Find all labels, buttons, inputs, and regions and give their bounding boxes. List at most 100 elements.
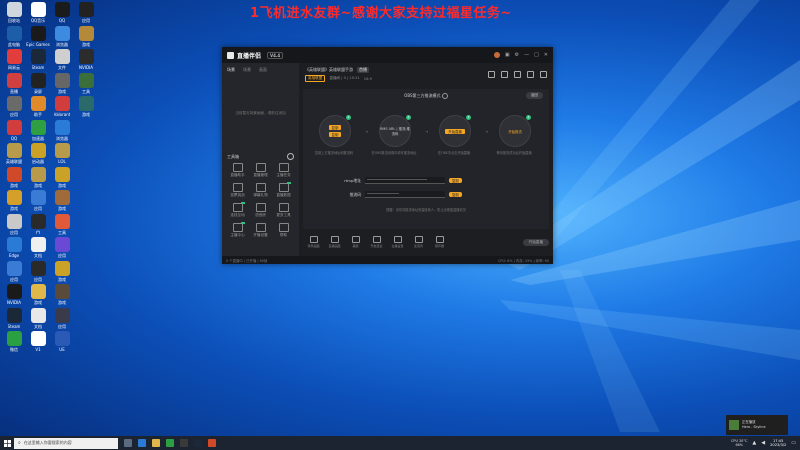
volume-icon[interactable]: ◀ (761, 440, 765, 446)
desktop-icon[interactable]: 应用 (1, 213, 27, 236)
desktop-icon[interactable]: 游戏 (49, 166, 75, 189)
app-icon[interactable] (180, 439, 188, 447)
notification-icon[interactable]: ▭ (791, 440, 796, 446)
desktop-icon[interactable]: 文档 (25, 237, 51, 259)
desktop-icon[interactable]: 应用 (1, 96, 27, 118)
start-live-button[interactable]: 开始直播 (522, 238, 549, 246)
tool-item[interactable]: 主播中心 (226, 222, 249, 238)
room-category[interactable]: 英雄联盟 (305, 75, 326, 82)
desktop-icon[interactable]: QQ (1, 119, 27, 141)
desktop-icon[interactable]: 录屏 (25, 72, 51, 95)
edge-icon[interactable] (138, 439, 146, 447)
toolbar-item[interactable]: 主播设置 (387, 236, 408, 248)
desktop-icon[interactable]: Valorant (49, 96, 75, 117)
tool-item[interactable]: 开播设置 (249, 223, 272, 238)
toolbox-settings-icon[interactable] (287, 153, 294, 160)
desktop-icon[interactable]: 微信 (1, 331, 27, 353)
explorer-icon[interactable] (152, 439, 160, 447)
desktop-icon[interactable]: 应用 (25, 190, 51, 212)
desktop-icon[interactable]: 文件 (49, 49, 75, 71)
desktop-icon[interactable]: 游戏 (1, 190, 27, 212)
tool-item[interactable]: 连线互动 (226, 202, 249, 218)
avatar[interactable] (493, 52, 500, 58)
steam-icon[interactable] (194, 439, 202, 447)
desktop-icon[interactable]: 助手 (25, 96, 51, 118)
title-bar[interactable]: 直播伴侣 V4.4 ▣ ⚙ — □ ✕ (222, 47, 553, 63)
task-view-icon[interactable] (124, 439, 132, 447)
desktop-icon[interactable]: 加速器 (25, 119, 51, 142)
desktop-icon[interactable]: Epic Games (25, 25, 51, 47)
maximize-icon[interactable]: □ (534, 52, 539, 58)
tab-scene[interactable]: 场景 (227, 67, 235, 73)
tab-screen[interactable]: 画面 (259, 67, 267, 73)
room-title[interactable]: 《英雄联盟》英雄联盟手游 (305, 67, 353, 73)
tab-scene-2[interactable]: 场景 (243, 67, 251, 73)
gift-icon[interactable]: ▣ (505, 52, 510, 58)
settings-icon[interactable]: ⚙ (515, 52, 519, 58)
desktop-icon[interactable]: Edge (1, 237, 27, 258)
toolbar-item[interactable]: 场景画面 (303, 236, 324, 248)
desktop-icon[interactable]: 文档 (25, 307, 51, 330)
desktop-icon[interactable]: 游戏 (73, 96, 99, 118)
desktop-icon[interactable]: 浏览器 (49, 119, 75, 142)
desktop-icon[interactable]: 回收站 (1, 2, 27, 24)
desktop-icon[interactable]: Steam (25, 49, 51, 70)
toolbar-item[interactable]: 开启连麦 (366, 236, 387, 248)
network-icon[interactable]: ▲ (752, 440, 756, 446)
layout-icon[interactable] (514, 71, 521, 78)
desktop-icon[interactable]: LOL (49, 143, 75, 164)
lock-icon[interactable] (501, 71, 508, 78)
sound-icon[interactable] (527, 71, 534, 78)
desktop-icon[interactable]: 网易云 (1, 49, 27, 71)
media-notification[interactable]: 正在播放 Hero - Skyline (726, 415, 788, 435)
toolbar-item[interactable]: 美颜 (345, 236, 366, 248)
share-icon[interactable] (540, 71, 547, 78)
tool-item[interactable]: 语音房 (249, 203, 272, 218)
desktop-icon[interactable]: 游戏 (73, 25, 99, 48)
desktop-icon[interactable]: NVIDIA (73, 49, 99, 70)
desktop-icon[interactable]: 应用 (25, 260, 51, 283)
step-copy-button[interactable]: 复制 (328, 125, 342, 130)
minimize-icon[interactable]: — (524, 52, 529, 58)
desktop-icon[interactable]: 启动器 (25, 143, 51, 165)
desktop-icon[interactable]: 游戏 (25, 166, 51, 189)
desktop-icon[interactable]: 浏览器 (49, 25, 75, 48)
desktop-icon[interactable]: QQ音乐 (25, 2, 51, 24)
desktop-icon[interactable]: 应用 (1, 260, 27, 283)
back-button[interactable]: 返回 (525, 92, 543, 99)
desktop-icon[interactable]: V1 (25, 331, 51, 352)
desktop-icon[interactable]: 应用 (49, 307, 75, 330)
desktop-icon[interactable]: 游戏 (49, 72, 75, 95)
desktop-icon[interactable]: 游戏 (25, 284, 51, 306)
tool-item[interactable]: 帮助 (272, 223, 295, 238)
start-button[interactable] (0, 439, 14, 447)
streamkey-field[interactable]: •••••••••••••••• (365, 191, 445, 198)
desktop-icon[interactable]: UE (49, 331, 75, 352)
copy-rtmp-button[interactable]: 复制 (449, 178, 462, 183)
tool-item[interactable]: 弹幕礼物 (249, 183, 272, 198)
desktop-icon[interactable]: 工具 (49, 213, 75, 236)
desktop-icon[interactable]: 工具 (73, 72, 99, 95)
toolbar-item[interactable]: 直播画面 (324, 236, 345, 248)
step-start-button[interactable]: 开始直播 (445, 128, 465, 134)
help-icon[interactable] (441, 93, 448, 99)
desktop-icon[interactable]: 英雄联盟 (1, 143, 27, 165)
tool-item[interactable]: 直播管理 (249, 163, 272, 178)
wechat-icon[interactable] (166, 439, 174, 447)
live-app-icon[interactable] (208, 439, 216, 447)
step-copy-button-2[interactable]: 复制 (328, 132, 342, 137)
tool-item[interactable]: 直播助手 (226, 163, 249, 178)
desktop-icon[interactable]: NVIDIA (1, 284, 27, 305)
desktop-icon[interactable]: QQ (49, 2, 75, 23)
desktop-icon[interactable]: 游戏 (49, 284, 75, 306)
clock[interactable]: 17:45 2023/3/2 (770, 439, 786, 448)
desktop-icon[interactable]: 游戏 (49, 260, 75, 283)
desktop-icon[interactable]: YY (25, 213, 51, 235)
copy-streamkey-button[interactable]: 复制 (449, 192, 462, 197)
desktop-icon[interactable]: 直播 (1, 72, 27, 95)
tool-item[interactable]: 投票挑战 (226, 183, 249, 198)
desktop-icon[interactable]: 游戏 (1, 166, 27, 189)
toolbar-item[interactable]: 麦克风 (408, 236, 429, 248)
desktop-icon[interactable]: 此电脑 (1, 25, 27, 48)
taskbar-search[interactable]: ⌕ 在这里输入你要搜索的内容 (14, 437, 118, 449)
